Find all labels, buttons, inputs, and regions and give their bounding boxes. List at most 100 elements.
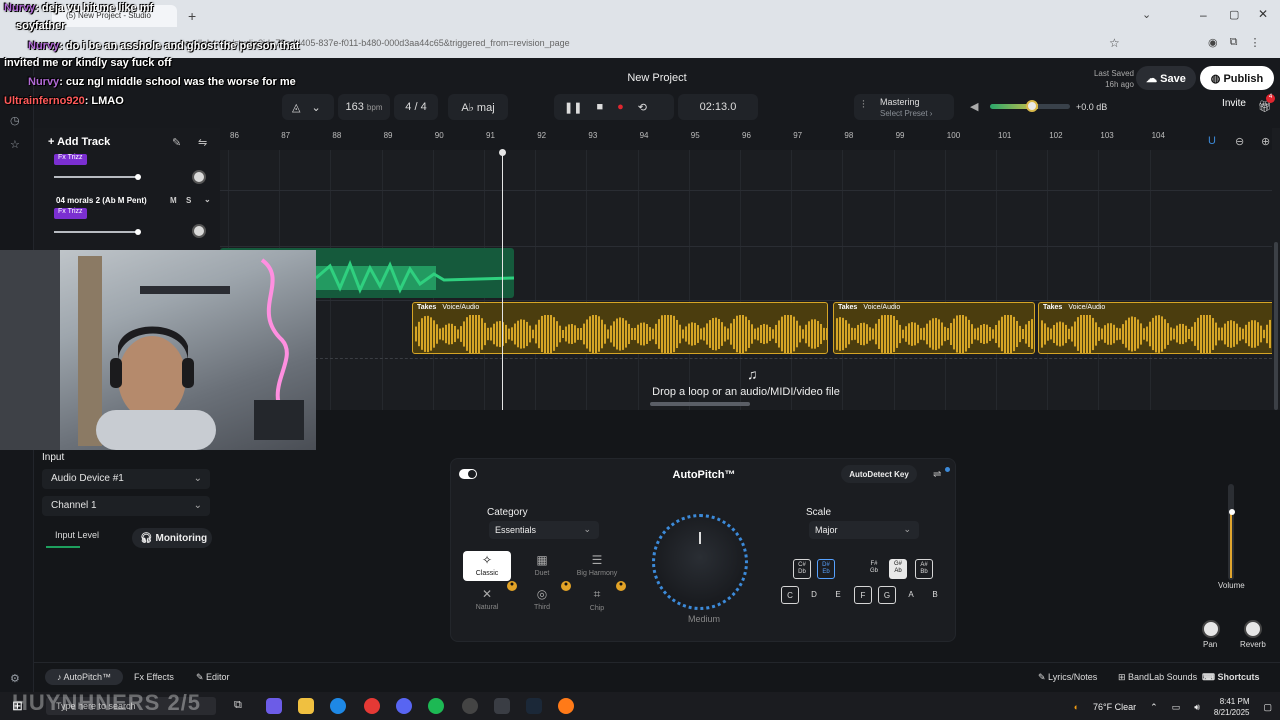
history-icon[interactable]: ◷ <box>10 114 20 127</box>
effect-third[interactable]: ◎ Third <box>518 587 566 611</box>
time-signature-field[interactable]: 4 / 4 <box>394 94 438 120</box>
shortcuts-button[interactable]: ⌨ Shortcuts <box>1202 672 1260 683</box>
pause-icon[interactable]: ❚❚ <box>564 101 582 120</box>
vertical-scrollbar[interactable] <box>1272 128 1280 410</box>
menu-icon[interactable]: ⋮ <box>1249 36 1260 49</box>
autopitch-amount-knob[interactable] <box>652 514 748 610</box>
tab-autopitch[interactable]: ♪ AutoPitch™ <box>45 669 123 685</box>
tab-editor[interactable]: ✎ Editor <box>196 672 230 683</box>
key-g-sharp[interactable]: G# Ab <box>889 559 907 579</box>
key-e[interactable]: E <box>829 586 847 604</box>
tab-effects[interactable]: Fx Effects <box>134 672 174 682</box>
fx-tag[interactable]: Fx Trizz <box>54 208 87 219</box>
tracks-settings-icon[interactable]: ⇋ <box>198 136 207 149</box>
track-name[interactable]: 04 morals 2 (Ab M Pent) <box>56 196 147 205</box>
audio-clip[interactable]: Takes Voice/Audio <box>833 302 1035 354</box>
autopitch-settings-icon[interactable]: ⇌ <box>933 469 941 480</box>
playhead-handle[interactable] <box>499 149 506 156</box>
bookmark-star-icon[interactable]: ☆ <box>1109 36 1120 50</box>
loop-icon[interactable]: ⟲ <box>638 101 647 120</box>
mute-button[interactable]: M <box>170 196 177 205</box>
publish-button[interactable]: ◍ Publish <box>1200 66 1274 90</box>
favorite-icon[interactable]: ☆ <box>10 138 20 151</box>
mastering-button[interactable]: Mastering Select Preset › <box>854 94 954 120</box>
key-f-sharp[interactable]: F# Gb <box>865 559 883 579</box>
vertical-scroll-thumb[interactable] <box>1274 242 1278 410</box>
key-c[interactable]: C <box>781 586 799 604</box>
tray-chevron-icon[interactable]: ⌃ <box>1150 702 1158 713</box>
key-field[interactable]: A♭ maj <box>448 94 508 120</box>
obs-icon[interactable] <box>462 698 478 714</box>
category-select[interactable]: Essentials ⌄ <box>489 521 599 539</box>
network-icon[interactable]: ▭ <box>1172 702 1181 713</box>
discord-icon[interactable] <box>396 698 412 714</box>
snap-magnet-icon[interactable]: U <box>1208 135 1216 147</box>
stop-icon[interactable]: ■ <box>596 101 603 120</box>
save-button[interactable]: ☁ Save <box>1136 66 1196 90</box>
notifications-icon[interactable]: ▢ <box>1263 702 1272 713</box>
horizontal-scrollbar[interactable] <box>650 402 750 406</box>
maximize-icon[interactable]: ▢ <box>1229 8 1239 21</box>
effect-duet[interactable]: ▦ Duet <box>518 553 566 577</box>
close-icon[interactable]: ✕ <box>1258 7 1268 21</box>
key-f[interactable]: F <box>854 586 872 604</box>
playhead-time[interactable]: 02:13.0 <box>678 94 758 120</box>
zoom-in-icon[interactable]: ⊕ <box>1261 135 1270 148</box>
key-d[interactable]: D <box>805 586 823 604</box>
invite-button[interactable]: Invite <box>1214 98 1254 109</box>
audio-clip[interactable]: Takes Voice/Audio <box>1038 302 1272 354</box>
tempo-field[interactable]: 163 bpm <box>338 94 390 120</box>
tab-list-icon[interactable]: ⌄ <box>1142 8 1151 21</box>
address-bar[interactable]: bandlab.com/studio?id=78add405-837e-f011… <box>180 34 1110 52</box>
timeline[interactable]: 86 87 88 89 90 91 92 93 94 95 96 97 98 99 100 101 102 103… <box>220 128 1272 410</box>
metronome-button[interactable]: ◬ ⌄ <box>282 94 334 120</box>
audio-device-select[interactable]: Audio Device #1 ⌄ <box>42 469 210 489</box>
master-volume-handle[interactable] <box>1026 100 1038 112</box>
key-d-sharp[interactable]: D# Eb <box>817 559 835 579</box>
monitoring-button[interactable]: 🎧︎ Monitoring <box>132 528 212 548</box>
profile-icon[interactable]: ◉ <box>1208 36 1218 49</box>
new-tab-button[interactable]: + <box>188 8 196 24</box>
record-icon[interactable]: ● <box>617 101 624 120</box>
minimize-icon[interactable]: – <box>1200 8 1207 22</box>
track-pan-knob[interactable] <box>192 224 206 238</box>
playhead[interactable] <box>502 150 503 410</box>
track-volume-handle[interactable] <box>135 229 141 235</box>
effect-chip[interactable]: ⌗ Chip <box>573 587 621 612</box>
edge-icon[interactable] <box>330 698 346 714</box>
track-volume-slider[interactable] <box>54 176 138 178</box>
effect-natural[interactable]: ✕ Natural <box>463 587 511 611</box>
steam-icon[interactable] <box>526 698 542 714</box>
key-a-sharp[interactable]: A# Bb <box>915 559 933 579</box>
clock[interactable]: 8:41 PM 8/21/2025 <box>1214 696 1250 718</box>
effect-classic[interactable]: ✧ Classic <box>463 551 511 581</box>
key-g[interactable]: G <box>878 586 896 604</box>
scale-select[interactable]: Major ⌄ <box>809 521 919 539</box>
reverb-knob[interactable] <box>1244 620 1262 638</box>
track-pan-knob[interactable] <box>192 170 206 184</box>
track-volume-slider[interactable] <box>54 231 138 233</box>
add-track-button[interactable]: + Add Track <box>48 136 110 148</box>
zoom-out-icon[interactable]: ⊖ <box>1235 135 1244 148</box>
channel-select[interactable]: Channel 1 ⌄ <box>42 496 210 516</box>
extensions-icon[interactable]: ⧉ <box>1230 36 1238 49</box>
audio-clip[interactable]: Takes Voice/Audio <box>412 302 828 354</box>
fx-tag[interactable]: Fx Trizz <box>54 154 87 165</box>
firefox-icon[interactable] <box>558 698 574 714</box>
track-volume-handle[interactable] <box>135 174 141 180</box>
file-explorer-icon[interactable] <box>298 698 314 714</box>
autodetect-key-button[interactable]: AutoDetect Key <box>841 465 917 483</box>
channel-volume-handle[interactable] <box>1229 509 1235 515</box>
solo-button[interactable]: S <box>186 196 191 205</box>
task-view-icon[interactable]: ⧉ <box>234 699 242 712</box>
lyrics-notes-button[interactable]: ✎ Lyrics/Notes <box>1038 672 1097 683</box>
copilot-icon[interactable] <box>266 698 282 714</box>
key-c-sharp[interactable]: C# Db <box>793 559 811 579</box>
pan-knob[interactable] <box>1202 620 1220 638</box>
timeline-ruler[interactable]: 86 87 88 89 90 91 92 93 94 95 96 97 98 99 100 101 102 103… <box>220 128 1272 150</box>
pencil-icon[interactable]: ✎ <box>172 136 181 149</box>
effect-big-harmony[interactable]: ☰ Big Harmony <box>573 553 621 577</box>
key-a[interactable]: A <box>902 586 920 604</box>
app-icon[interactable] <box>494 698 510 714</box>
track-chevron-icon[interactable]: ⌄ <box>204 195 211 204</box>
